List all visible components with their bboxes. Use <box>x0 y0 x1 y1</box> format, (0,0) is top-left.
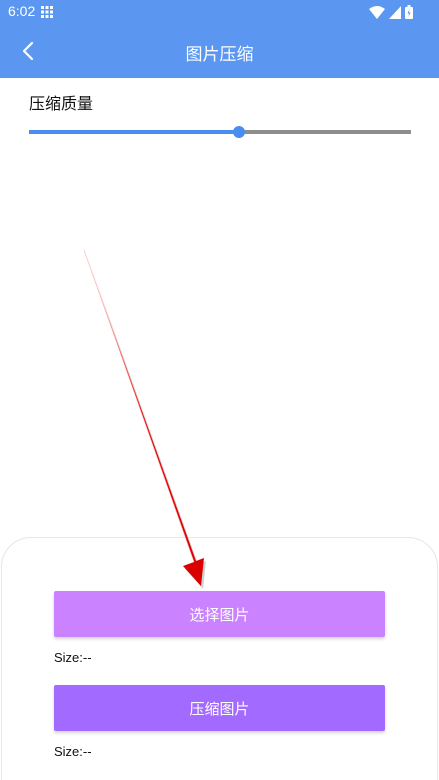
page-title: 图片压缩 <box>185 45 254 65</box>
signal-icon <box>389 5 401 19</box>
status-time: 6:02 <box>8 3 36 19</box>
battery-icon <box>405 5 413 19</box>
select-image-button[interactable]: 选择图片 <box>54 591 385 637</box>
app-bar: 图片压缩 <box>0 24 439 78</box>
screen: 6:02 图片压缩 压缩质量 选择图片 Size:-- 压缩图片 Size:-- <box>0 0 439 780</box>
quality-slider[interactable] <box>29 123 411 141</box>
slider-fill <box>29 130 240 134</box>
compress-size-text: Size:-- <box>54 744 92 759</box>
status-icons <box>369 5 413 19</box>
select-size-text: Size:-- <box>54 650 92 665</box>
status-bar: 6:02 <box>0 0 439 24</box>
quality-label: 压缩质量 <box>29 94 94 113</box>
slider-thumb[interactable] <box>233 126 246 138</box>
wifi-icon <box>369 5 385 19</box>
compress-image-button[interactable]: 压缩图片 <box>54 685 385 731</box>
grid-icon <box>41 6 53 18</box>
